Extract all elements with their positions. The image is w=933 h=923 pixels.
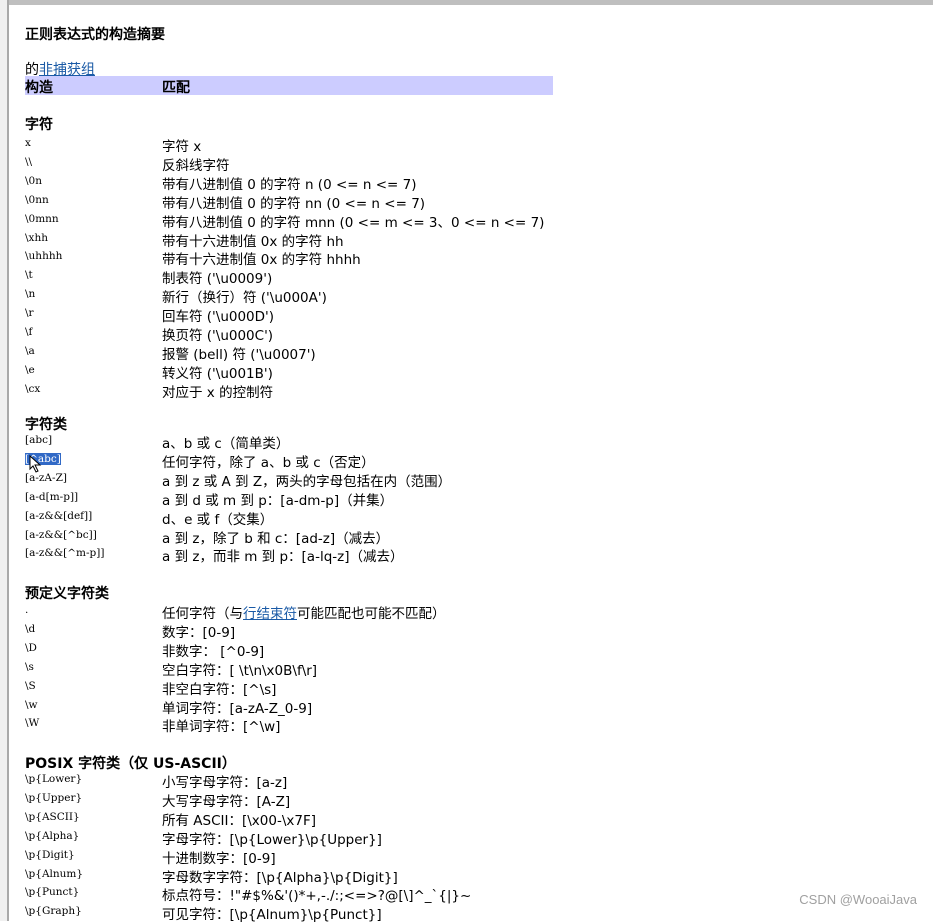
construct-cell: \r xyxy=(25,307,34,320)
section-heading: POSIX 字符类（仅 US-ASCII） xyxy=(25,756,236,772)
match-cell: 小写字母字符：[a-z] xyxy=(162,775,288,791)
construct-cell: \s xyxy=(25,660,34,673)
window-left-border xyxy=(0,0,9,921)
construct-cell: \xhh xyxy=(25,231,48,244)
construct-cell: [a-z&&[^m-p]] xyxy=(25,547,105,560)
match-cell: a 到 z，除了 b 和 c：[ad-z]（减去） xyxy=(162,530,390,547)
match-cell: 字母字符：[\p{Lower}\p{Upper}] xyxy=(162,831,382,848)
construct-cell: \0n xyxy=(25,174,42,187)
match-cell: 任何字符（与行结束符可能匹配也可能不匹配） xyxy=(162,602,446,622)
construct-cell: \p{Alpha} xyxy=(25,829,80,842)
construct-cell: [a-z&&[def]] xyxy=(25,509,93,522)
match-cell: 所有 ASCII：[\x00-\x7F] xyxy=(162,812,316,829)
match-cell: 带有八进制值 0 的字符 mnn (0 <= m <= 3、0 <= n <= … xyxy=(162,214,545,231)
table-header: 构造 匹配 xyxy=(25,76,553,96)
construct-cell: [abc] xyxy=(25,434,53,446)
construct-cell: \w xyxy=(25,698,38,711)
construct-cell: \d xyxy=(25,622,36,635)
construct-cell: \p{Graph} xyxy=(25,905,82,918)
construct-cell: [a-z&&[^bc]] xyxy=(25,528,97,541)
construct-cell: \uhhhh xyxy=(25,250,63,263)
page-title: 正则表达式的构造摘要 xyxy=(25,27,165,43)
match-cell: 对应于 x 的控制符 xyxy=(162,384,274,401)
match-cell: 十进制数字：[0-9] xyxy=(162,850,276,867)
match-cell: a 到 d 或 m 到 p：[a-dm-p]（并集） xyxy=(162,492,394,509)
construct-cell: \e xyxy=(25,363,35,376)
match-cell: 报警 (bell) 符 ('\u0007') xyxy=(162,346,316,363)
match-cell: 带有十六进制值 0x 的字符 hhhh xyxy=(162,252,361,269)
match-cell: 数字：[0-9] xyxy=(162,624,236,641)
match-cell: 非空白字符：[^\s] xyxy=(162,681,277,698)
match-cell: 带有八进制值 0 的字符 n (0 <= n <= 7) xyxy=(162,176,417,193)
match-cell: 制表符 ('\u0009') xyxy=(162,271,273,288)
match-cell: 字母数字字符：[\p{Alpha}\p{Digit}] xyxy=(162,869,398,886)
match-prefix: 任何字符（与 xyxy=(162,606,243,622)
construct-cell: \t xyxy=(25,269,33,282)
section-heading: 字符类 xyxy=(25,417,67,433)
match-cell: 新行（换行）符 ('\u000A') xyxy=(162,290,327,307)
match-cell: 反斜线字符 xyxy=(162,157,230,174)
match-cell: a、b 或 c（简单类） xyxy=(162,436,290,452)
match-cell: 空白字符：[ \t\n\x0B\f\r] xyxy=(162,662,318,679)
construct-cell: [a-d[m-p]] xyxy=(25,490,79,503)
match-suffix: 可能匹配也可能不匹配） xyxy=(297,606,446,622)
construct-cell: \0nn xyxy=(25,193,49,206)
match-cell: 非单词字符：[^\w] xyxy=(162,719,281,736)
construct-cell: \p{Upper} xyxy=(25,791,83,804)
construct-cell: \W xyxy=(25,717,40,730)
match-cell: 回车符 ('\u000D') xyxy=(162,309,275,326)
construct-cell: \p{Punct} xyxy=(25,886,80,899)
header-match: 匹配 xyxy=(162,80,190,96)
mouse-pointer-icon xyxy=(29,455,42,473)
construct-cell: \cx xyxy=(25,382,41,395)
match-cell: 带有八进制值 0 的字符 nn (0 <= n <= 7) xyxy=(162,195,426,212)
line-terminator-link[interactable]: 行结束符 xyxy=(243,606,297,622)
match-cell: 非数字： [^0-9] xyxy=(162,643,265,660)
construct-cell: \\ xyxy=(25,155,33,168)
match-cell: 任何字符，除了 a、b 或 c（否定） xyxy=(162,454,375,471)
match-cell: 单词字符：[a-zA-Z_0-9] xyxy=(162,700,313,717)
match-cell: 转义符 ('\u001B') xyxy=(162,365,273,382)
construct-cell: \p{Lower} xyxy=(25,773,83,785)
match-cell: a 到 z 或 A 到 Z，两头的字母包括在内（范围） xyxy=(162,473,452,490)
construct-cell: \S xyxy=(25,679,36,692)
window-top-border xyxy=(0,0,933,5)
construct-cell: \f xyxy=(25,326,33,338)
match-cell: 可见字符：[\p{Alnum}\p{Punct}] xyxy=(162,907,382,923)
construct-cell: x xyxy=(25,137,31,149)
header-construct: 构造 xyxy=(25,80,53,96)
construct-cell: \p{Alnum} xyxy=(25,867,84,880)
match-cell: 带有十六进制值 0x 的字符 hh xyxy=(162,233,344,250)
construct-cell: . xyxy=(25,604,29,616)
construct-cell: \p{ASCII} xyxy=(25,810,80,823)
construct-cell: \a xyxy=(25,344,35,357)
construct-cell: [a-zA-Z] xyxy=(25,471,67,484)
construct-cell: \0mnn xyxy=(25,212,59,225)
construct-cell: \D xyxy=(25,641,37,654)
section-heading: 字符 xyxy=(25,117,53,133)
match-cell: d、e 或 f（交集） xyxy=(162,511,274,528)
csdn-watermark: CSDN @WooaiJava xyxy=(799,892,917,907)
match-cell: 换页符 ('\u000C') xyxy=(162,328,274,344)
match-cell: 大写字母字符：[A-Z] xyxy=(162,793,291,810)
match-cell: 标点符号：!"#$%&'()*+,-./:;<=>?@[\]^_`{|}~ xyxy=(162,888,472,905)
section-heading: 预定义字符类 xyxy=(25,586,109,602)
construct-cell: \n xyxy=(25,288,36,301)
match-cell: 字符 x xyxy=(162,139,202,155)
construct-cell: \p{Digit} xyxy=(25,848,75,861)
match-cell: a 到 z，而非 m 到 p：[a-lq-z]（减去） xyxy=(162,549,404,566)
